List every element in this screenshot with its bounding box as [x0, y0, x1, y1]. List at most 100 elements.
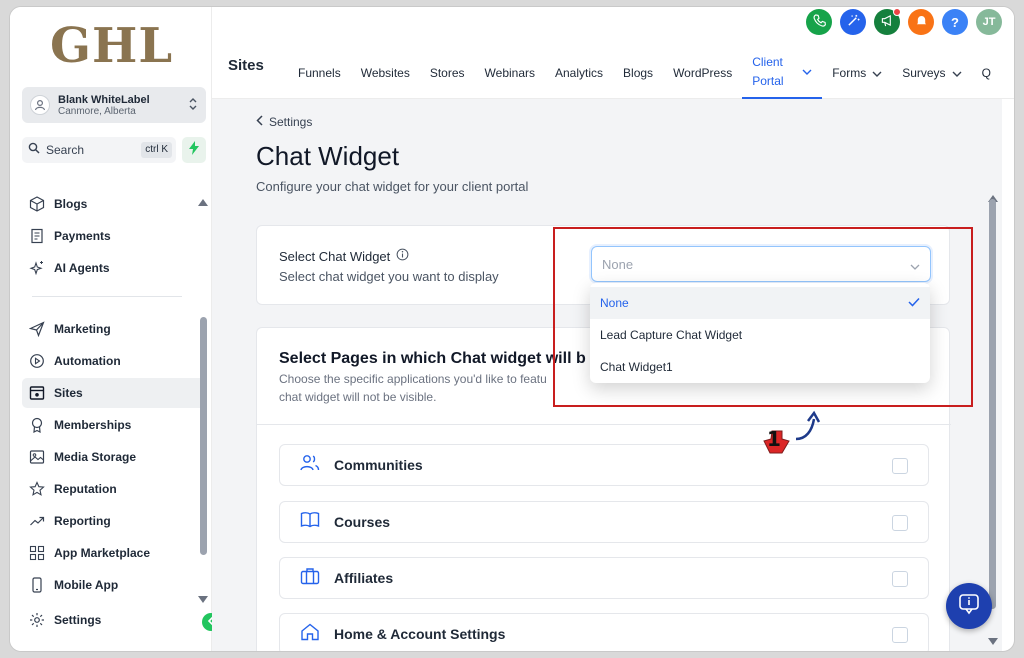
- sidebar-item-label: Sites: [54, 386, 83, 400]
- star-icon: [28, 480, 46, 498]
- tab-overflow[interactable]: Q: [972, 47, 991, 99]
- sidebar-item-settings[interactable]: Settings: [22, 605, 206, 635]
- bell-icon: [915, 14, 928, 30]
- tab-label: Forms: [832, 66, 867, 80]
- tab-label: Surveys: [902, 66, 946, 80]
- sidebar-item-reporting[interactable]: Reporting: [22, 506, 206, 536]
- app-label: Communities: [334, 457, 423, 473]
- affiliates-checkbox[interactable]: [892, 571, 908, 587]
- tab-blogs[interactable]: Blogs: [613, 47, 663, 99]
- sidebar-item-app-marketplace[interactable]: App Marketplace: [22, 538, 206, 568]
- app-label: Home & Account Settings: [334, 626, 506, 642]
- chat-support-button[interactable]: [946, 583, 992, 629]
- phone-call-icon: [813, 14, 826, 30]
- pages-description-line2: chat widget will not be visible.: [279, 390, 437, 404]
- back-to-settings-link[interactable]: Settings: [256, 115, 312, 129]
- notifications-button[interactable]: [908, 9, 934, 35]
- magic-wand-icon: [847, 14, 860, 30]
- gear-icon: [28, 611, 46, 629]
- briefcase-icon: [300, 567, 320, 590]
- header-actions: ? JT: [806, 8, 1002, 35]
- section-title: Sites: [228, 57, 264, 74]
- send-icon: [28, 320, 46, 338]
- tab-analytics[interactable]: Analytics: [545, 47, 613, 99]
- info-icon[interactable]: [396, 248, 409, 264]
- tab-wordpress[interactable]: WordPress: [663, 47, 742, 99]
- tab-webinars[interactable]: Webinars: [475, 47, 545, 99]
- tab-label: Client Portal: [752, 54, 784, 88]
- sidebar-item-label: App Marketplace: [54, 546, 151, 560]
- help-button[interactable]: ?: [942, 9, 968, 35]
- courses-checkbox[interactable]: [892, 515, 908, 531]
- tab-label: Stores: [429, 66, 465, 80]
- grid-icon: [28, 544, 46, 562]
- image-icon: [28, 448, 46, 466]
- sidebar-item-ai-agents[interactable]: AI Agents: [22, 253, 206, 283]
- top-navigation: ? JT Sites Funnels Websites Stores Webin…: [212, 7, 1014, 99]
- tab-label: Funnels: [298, 66, 341, 80]
- account-switcher[interactable]: Blank WhiteLabel Canmore, Alberta: [22, 87, 206, 123]
- sidebar-item-label: Payments: [54, 229, 111, 243]
- sidebar: GHL Blank WhiteLabel Canmore, Alberta Se…: [10, 7, 220, 651]
- magic-button[interactable]: [840, 9, 866, 35]
- sidebar-item-label: Settings: [54, 613, 102, 627]
- tab-client-portal[interactable]: Client Portal: [742, 47, 823, 99]
- user-avatar[interactable]: JT: [976, 9, 1002, 35]
- search-label: Search: [46, 143, 85, 157]
- content-scroll-down[interactable]: [988, 633, 998, 651]
- sidebar-search[interactable]: Search ctrl K: [22, 137, 176, 163]
- app-row-communities[interactable]: Communities: [279, 444, 929, 486]
- brand-logo: GHL: [50, 18, 174, 74]
- sidebar-item-mobile-app[interactable]: Mobile App: [22, 570, 206, 600]
- communities-checkbox[interactable]: [892, 458, 908, 474]
- search-icon: [28, 141, 40, 159]
- announcements-button[interactable]: [874, 8, 901, 35]
- sidebar-item-label: Marketing: [54, 322, 111, 336]
- sidebar-item-label: Reputation: [54, 482, 117, 496]
- tab-websites[interactable]: Websites: [351, 47, 420, 99]
- sidebar-scroll-down[interactable]: [198, 591, 208, 609]
- sidebar-item-label: Blogs: [54, 197, 88, 211]
- app-row-home-account-settings[interactable]: Home & Account Settings: [279, 613, 929, 651]
- trend-icon: [28, 512, 46, 530]
- chat-widget-label-text: Select Chat Widget: [279, 248, 391, 264]
- tab-label: Webinars: [484, 66, 535, 80]
- question-icon: ?: [951, 14, 959, 30]
- avatar-initials: JT: [982, 16, 996, 28]
- home-icon: [300, 623, 320, 646]
- sidebar-item-label: AI Agents: [54, 261, 110, 275]
- sidebar-scrollbar[interactable]: [200, 317, 207, 555]
- quick-action-button[interactable]: [182, 137, 206, 163]
- pages-heading: Select Pages in which Chat widget will b: [279, 350, 586, 367]
- phone-button[interactable]: [806, 9, 832, 35]
- browser-icon: [28, 384, 46, 402]
- content-scrollbar[interactable]: [989, 199, 996, 609]
- home-account-settings-checkbox[interactable]: [892, 627, 908, 643]
- award-icon: [28, 416, 46, 434]
- chevron-left-icon: [256, 115, 263, 129]
- sidebar-item-media-storage[interactable]: Media Storage: [22, 442, 206, 472]
- book-icon: [300, 511, 320, 534]
- sidebar-item-blogs[interactable]: Blogs: [22, 189, 206, 219]
- sidebar-item-memberships[interactable]: Memberships: [22, 410, 206, 440]
- sidebar-item-label: Media Storage: [54, 450, 137, 464]
- tab-stores[interactable]: Stores: [420, 47, 475, 99]
- receipt-icon: [28, 227, 46, 245]
- tab-label: Blogs: [623, 66, 654, 80]
- chat-widget-label: Select Chat Widget: [279, 248, 409, 264]
- tab-forms[interactable]: Forms: [822, 47, 892, 99]
- tab-funnels[interactable]: Funnels: [288, 47, 351, 99]
- sidebar-item-sites[interactable]: Sites: [22, 378, 206, 408]
- bolt-icon: [189, 140, 199, 160]
- sidebar-item-payments[interactable]: Payments: [22, 221, 206, 251]
- account-avatar-icon: [30, 95, 50, 115]
- notification-dot: [893, 8, 901, 16]
- sidebar-item-label: Automation: [54, 354, 121, 368]
- sidebar-item-marketing[interactable]: Marketing: [22, 314, 206, 344]
- app-row-courses[interactable]: Courses: [279, 501, 929, 543]
- sidebar-item-reputation[interactable]: Reputation: [22, 474, 206, 504]
- tab-surveys[interactable]: Surveys: [892, 47, 971, 99]
- app-row-affiliates[interactable]: Affiliates: [279, 557, 929, 599]
- sidebar-item-automation[interactable]: Automation: [22, 346, 206, 376]
- app-label: Courses: [334, 514, 391, 530]
